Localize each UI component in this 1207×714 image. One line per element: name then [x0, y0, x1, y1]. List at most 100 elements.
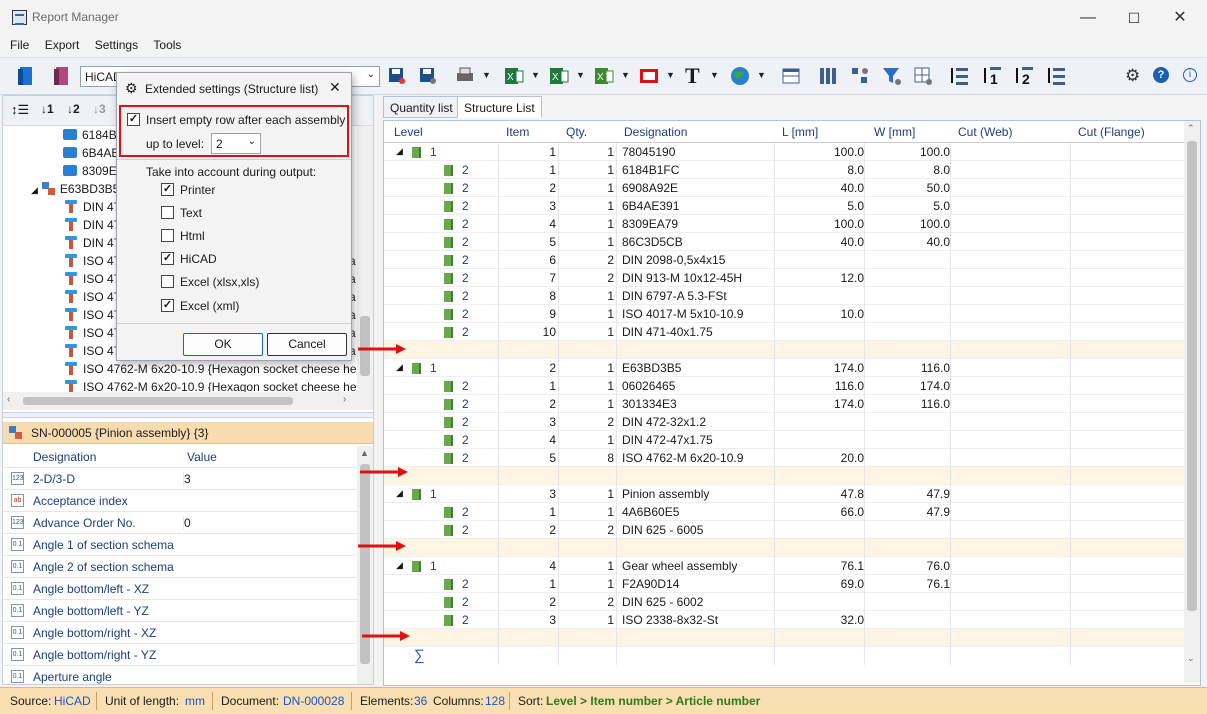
excel-export-icon[interactable]: X: [503, 65, 525, 87]
grid-row[interactable]: 2 1 1 06026465 116.0 174.0: [384, 377, 1184, 395]
pdf-dropdown-icon[interactable]: ▼: [666, 70, 675, 80]
grid-row[interactable]: ◢ 1 1 1 78045190 100.0 100.0: [384, 143, 1184, 161]
collapse-arrow-icon[interactable]: ◢: [396, 146, 403, 157]
excel-xlsx-checkbox[interactable]: [161, 275, 174, 288]
scroll-left-icon[interactable]: ‹: [7, 394, 10, 405]
col-width[interactable]: W [mm]: [874, 125, 915, 139]
tree-item[interactable]: DIN 47: [65, 236, 120, 254]
sort-settings-icon[interactable]: [849, 65, 871, 87]
grid-row[interactable]: ◢ 1 4 1 Gear wheel assembly 76.1 76.0: [384, 557, 1184, 575]
maximize-button[interactable]: ☐: [1111, 4, 1157, 32]
excel-xml-icon[interactable]: X: [593, 65, 615, 87]
grid-row[interactable]: 2 5 1 86C3D5CB 40.0 40.0: [384, 233, 1184, 251]
tree-item[interactable]: 6B4AE: [63, 146, 119, 164]
grid-options-icon[interactable]: [912, 65, 934, 87]
tree-level1-icon[interactable]: ↓1: [41, 102, 54, 116]
property-row[interactable]: 0.1 Angle bottom/right - YZ: [3, 644, 357, 666]
col-value[interactable]: Value: [187, 450, 217, 464]
property-row[interactable]: 0.1 Angle bottom/left - YZ: [3, 600, 357, 622]
scroll-right-icon[interactable]: ›: [343, 394, 346, 405]
property-row[interactable]: 0.1 Angle 1 of section schema: [3, 534, 357, 556]
hicad-checkbox[interactable]: ✓: [161, 252, 174, 265]
html-globe-icon[interactable]: [729, 65, 751, 87]
tree-item-assembly[interactable]: ◢ E63BD3B5: [31, 182, 119, 200]
grid-row[interactable]: ◢ 1 3 1 Pinion assembly 47.8 47.9: [384, 485, 1184, 503]
text-dropdown-icon[interactable]: ▼: [710, 70, 719, 80]
printer-checkbox[interactable]: ✓: [161, 183, 174, 196]
grid-row[interactable]: 2 1 1 6184B1FC 8.0 8.0: [384, 161, 1184, 179]
grid-empty-row[interactable]: [384, 341, 1184, 359]
excel-xlsx-icon[interactable]: X: [548, 65, 570, 87]
grid-row[interactable]: 2 2 1 301334E3 174.0 116.0: [384, 395, 1184, 413]
grid-row[interactable]: 2 8 1 DIN 6797-A 5.3-FSt: [384, 287, 1184, 305]
xml-dropdown-icon[interactable]: ▼: [621, 70, 630, 80]
xlsx-dropdown-icon[interactable]: ▼: [576, 70, 585, 80]
col-cut-flange[interactable]: Cut (Flange): [1078, 125, 1145, 139]
tree-item[interactable]: ISO 4762-M 6x20-10.9 {Hexagon socket che…: [65, 362, 357, 380]
ok-button[interactable]: OK: [183, 333, 263, 356]
text-export-icon[interactable]: T: [685, 63, 700, 89]
tree-item[interactable]: DIN 47: [65, 200, 120, 218]
grid-row[interactable]: ◢ 1 2 1 E63BD3B5 174.0 116.0: [384, 359, 1184, 377]
grid-row[interactable]: 2 4 1 8309EA79 100.0 100.0: [384, 215, 1184, 233]
html-checkbox[interactable]: [161, 229, 174, 242]
insert-empty-row-checkbox[interactable]: ✓: [127, 113, 140, 126]
tree-expand-icon[interactable]: ↕☰: [11, 102, 29, 118]
grid-row[interactable]: 2 2 2 DIN 625 - 6002: [384, 593, 1184, 611]
property-row[interactable]: 0.1 Angle bottom/right - XZ: [3, 622, 357, 644]
menu-settings[interactable]: Settings: [90, 36, 143, 54]
grid-row[interactable]: 2 3 2 DIN 472-32x1.2: [384, 413, 1184, 431]
level-select[interactable]: 2 ⌄: [211, 133, 261, 154]
pane-splitter[interactable]: [3, 412, 373, 418]
grid-row[interactable]: 2 9 1 ISO 4017-M 5x10-10.9 10.0: [384, 305, 1184, 323]
tree-level3-icon[interactable]: ↓3: [93, 102, 106, 116]
col-qty[interactable]: Qty.: [566, 125, 587, 139]
excel-xml-checkbox[interactable]: ✓: [161, 299, 174, 312]
dialog-close-icon[interactable]: ✕: [329, 79, 341, 96]
property-row[interactable]: 0.1 Angle bottom/left - XZ: [3, 578, 357, 600]
property-row[interactable]: 0.1 Angle 2 of section schema: [3, 556, 357, 578]
info-icon[interactable]: i: [1183, 68, 1197, 82]
close-button[interactable]: ✕: [1157, 4, 1203, 32]
tab-quantity-list[interactable]: Quantity list: [383, 96, 460, 118]
property-row[interactable]: 123 Advance Order No. 0: [3, 512, 357, 534]
tree-item[interactable]: ISO 47 a: [65, 290, 356, 308]
property-row[interactable]: 0.1 Aperture angle: [3, 666, 357, 688]
grid-row[interactable]: 2 6 2 DIN 2098-0,5x4x15: [384, 251, 1184, 269]
help-icon[interactable]: ?: [1153, 67, 1169, 83]
grid-empty-row[interactable]: [384, 467, 1184, 485]
grid-row[interactable]: 2 3 1 ISO 2338-8x32-St 32.0: [384, 611, 1184, 629]
grid-row[interactable]: 2 2 1 6908A92E 40.0 50.0: [384, 179, 1184, 197]
grid-scrollbar[interactable]: ⌃ ⌄: [1184, 121, 1200, 683]
col-length[interactable]: L [mm]: [782, 125, 818, 139]
scroll-down-icon[interactable]: ⌄: [1187, 653, 1195, 664]
tree-item[interactable]: ISO 47 a: [65, 326, 356, 344]
minimize-button[interactable]: —: [1065, 4, 1111, 32]
grid-row[interactable]: 2 1 1 F2A90D14 69.0 76.1: [384, 575, 1184, 593]
cancel-button[interactable]: Cancel: [267, 333, 347, 356]
grid-empty-row[interactable]: [384, 539, 1184, 557]
collapse-arrow-icon[interactable]: ◢: [396, 488, 403, 499]
level-1-icon[interactable]: 1: [981, 65, 1003, 87]
property-row[interactable]: ab Acceptance index: [3, 490, 357, 512]
col-cut-web[interactable]: Cut (Web): [958, 125, 1012, 139]
menu-tools[interactable]: Tools: [148, 36, 186, 54]
gear-icon[interactable]: ⚙: [1125, 66, 1140, 86]
columns-icon[interactable]: [817, 65, 839, 87]
collapse-arrow-icon[interactable]: ◢: [396, 560, 403, 571]
tab-structure-list[interactable]: Structure List: [457, 96, 542, 118]
expand-levels-icon[interactable]: [948, 65, 970, 87]
filter-icon[interactable]: [881, 65, 903, 87]
col-level[interactable]: Level: [394, 125, 423, 139]
scrollbar-thumb[interactable]: [1187, 141, 1197, 611]
grid-row[interactable]: 2 4 1 DIN 472-47x1.75: [384, 431, 1184, 449]
tree-vertical-scrollbar[interactable]: [357, 126, 373, 410]
text-checkbox[interactable]: [161, 206, 174, 219]
level-2-icon[interactable]: 2: [1013, 65, 1035, 87]
menu-file[interactable]: File: [5, 36, 34, 54]
tree-level2-icon[interactable]: ↓2: [67, 102, 80, 116]
html-dropdown-icon[interactable]: ▼: [757, 70, 766, 80]
save-as-icon[interactable]: [417, 65, 439, 87]
save-icon[interactable]: [386, 65, 408, 87]
tree-item[interactable]: ISO 47 a: [65, 344, 356, 362]
